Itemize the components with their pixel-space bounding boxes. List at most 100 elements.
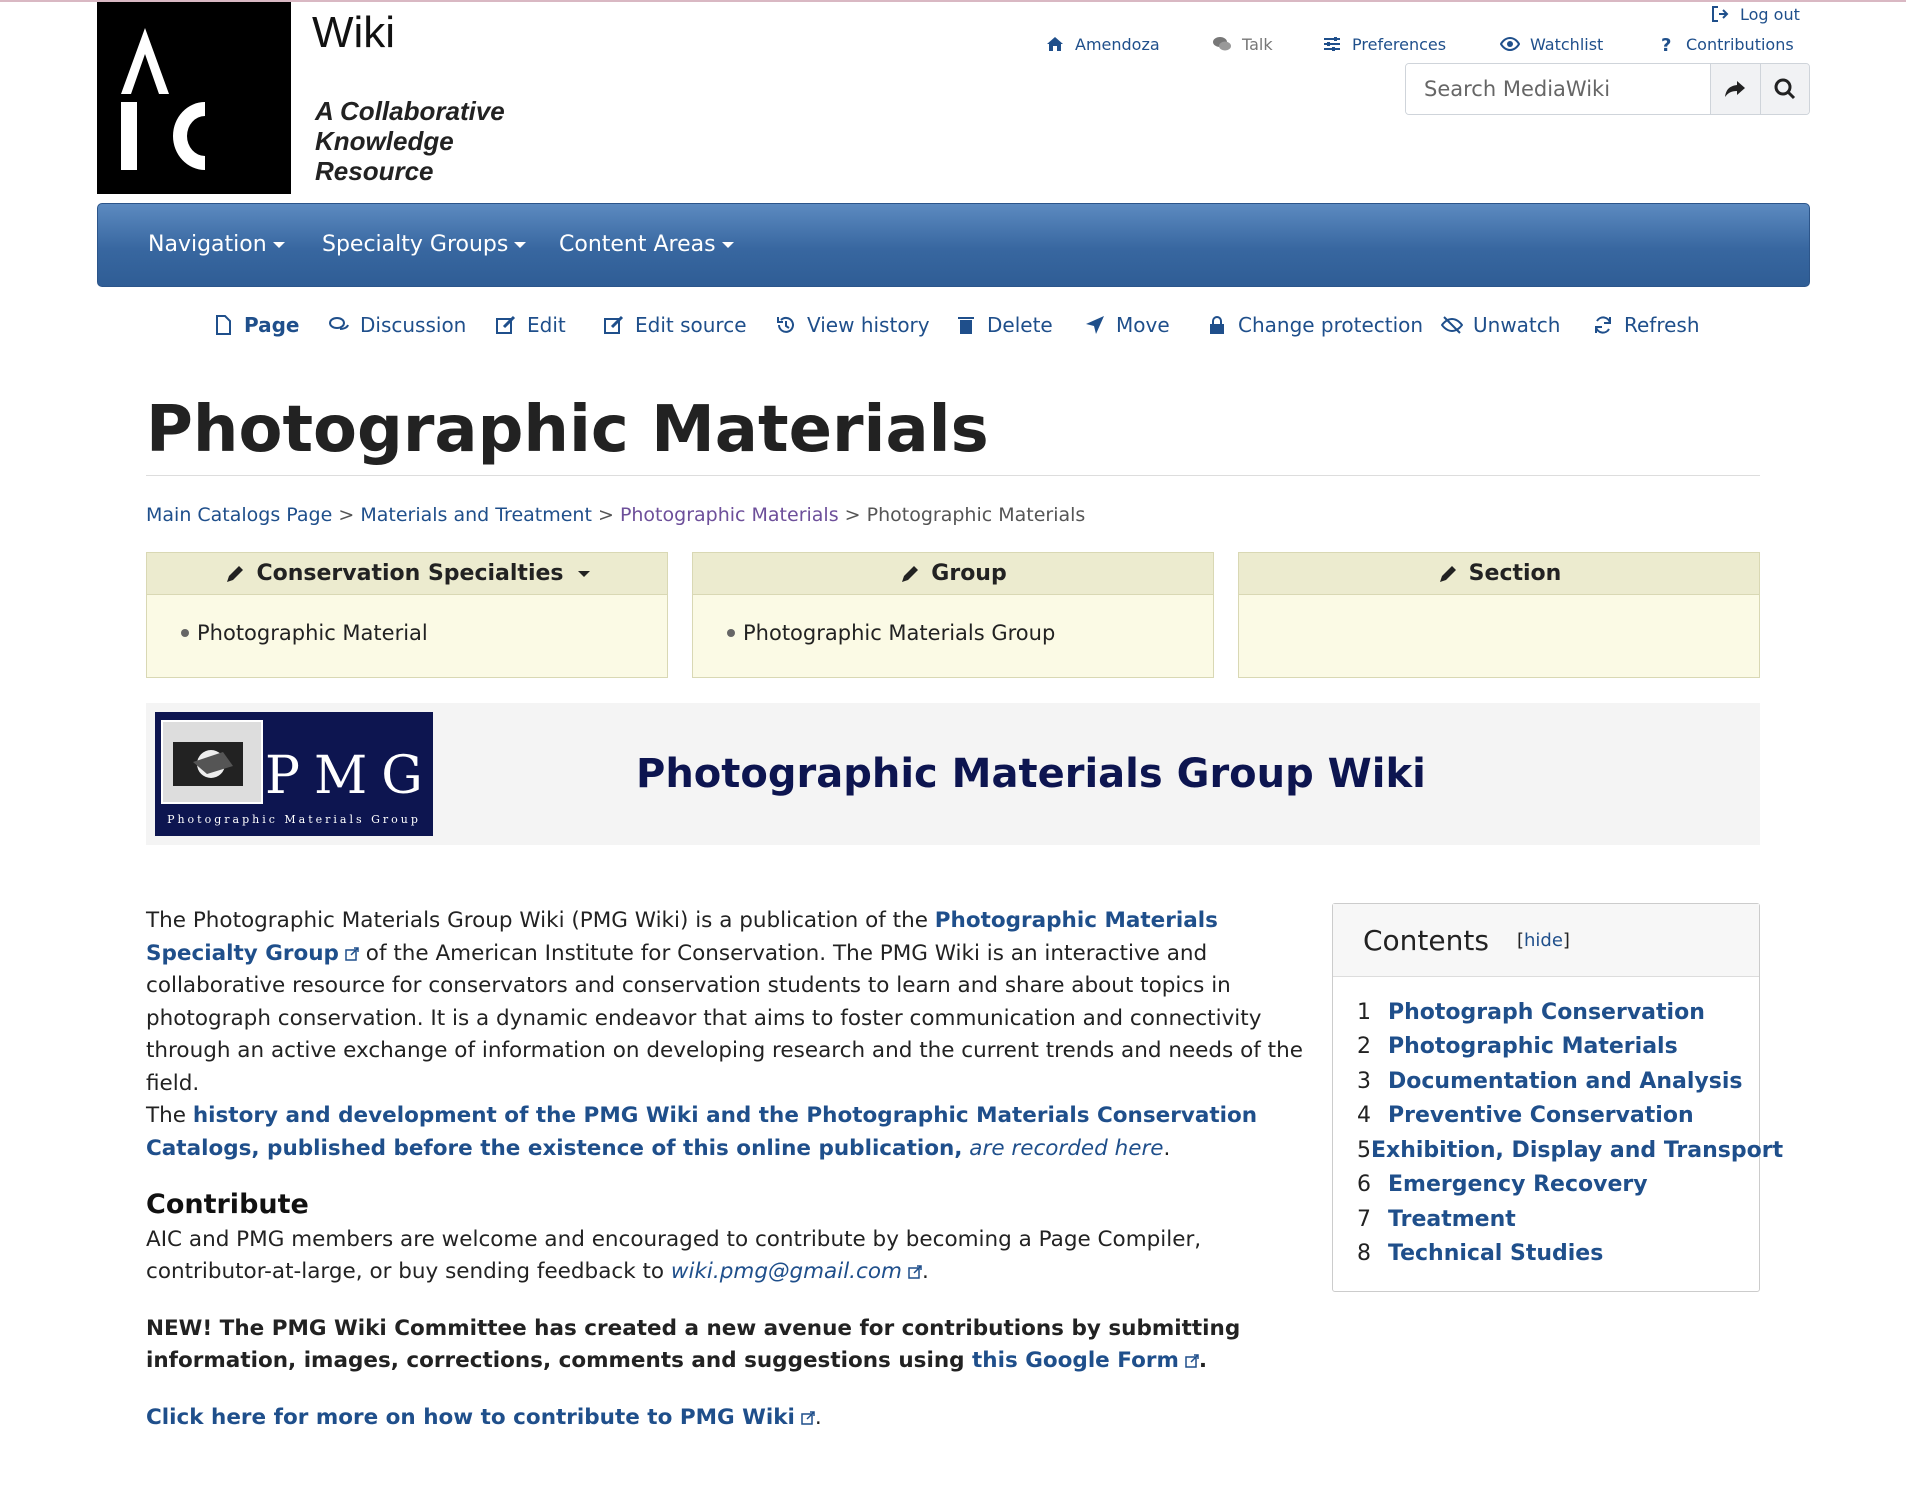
group-header[interactable]: Group (693, 553, 1213, 595)
refresh-tab[interactable]: Refresh (1592, 313, 1700, 337)
toc-item[interactable]: 5 Exhibition, Display and Transport (1333, 1133, 1783, 1168)
bullet (181, 629, 189, 637)
toc-link[interactable]: Preventive Conservation (1388, 1103, 1694, 1128)
toc-list: 1 Photograph Conservation 2 Photographic Ma… (1333, 977, 1783, 1272)
aic-logo-mark (121, 28, 205, 170)
eye-slash-icon (1441, 316, 1463, 334)
pencil-icon (1439, 565, 1456, 582)
watchlist-label: Watchlist (1530, 34, 1604, 54)
toc-link[interactable]: Treatment (1388, 1207, 1516, 1232)
pencil-icon (227, 565, 244, 582)
toc-item[interactable]: 2 Photographic Materials (1333, 1030, 1759, 1065)
toc-hide-toggle[interactable]: [hide] (1517, 930, 1570, 951)
email-link[interactable]: wiki.pmg@gmail.com (671, 1259, 902, 1284)
text: . (921, 1259, 929, 1284)
location-arrow-icon (1086, 316, 1104, 334)
view-history-tab[interactable]: View history (775, 313, 930, 337)
toc-item[interactable]: 3 Documentation and Analysis (1333, 1064, 1759, 1099)
breadcrumb-main-catalogs[interactable]: Main Catalogs Page (146, 504, 332, 526)
move-tab[interactable]: Move (1084, 313, 1170, 337)
section-header[interactable]: Section (1239, 553, 1759, 595)
logout-link[interactable]: Log out (1710, 4, 1800, 24)
bullet (727, 629, 735, 637)
toc-number: 6 (1357, 1172, 1371, 1198)
how-to-contribute-link[interactable]: Click here for more on how to contribute… (146, 1405, 795, 1430)
trash-icon (958, 317, 974, 334)
toc-link[interactable]: Photographic Materials (1388, 1034, 1678, 1059)
discussion-label: Discussion (360, 313, 467, 337)
toc-number: 1 (1357, 999, 1371, 1025)
logout-icon (1712, 6, 1729, 22)
edit-source-label: Edit source (635, 313, 747, 337)
unwatch-tab[interactable]: Unwatch (1441, 313, 1560, 337)
toc-item[interactable]: 8 Technical Studies (1333, 1237, 1759, 1272)
pmg-logo-caption: Photographic Materials Group (167, 813, 421, 826)
pmg-logo-photo (161, 720, 263, 804)
search-icon (1774, 78, 1795, 100)
refresh-label: Refresh (1624, 313, 1700, 337)
conservation-specialties-box: Conservation Specialties Photographic Ma… (146, 552, 668, 678)
delete-tab[interactable]: Delete (955, 313, 1053, 337)
conservation-specialties-header[interactable]: Conservation Specialties (147, 553, 667, 595)
talk-link[interactable]: Talk (1212, 34, 1273, 54)
toc-item[interactable]: 7 Treatment (1333, 1202, 1759, 1237)
breadcrumb-separator: > (338, 504, 355, 526)
search-input[interactable] (1406, 64, 1710, 114)
toc-link[interactable]: Documentation and Analysis (1388, 1069, 1743, 1094)
view-history-label: View history (807, 313, 930, 337)
refresh-icon (1595, 316, 1611, 334)
external-link-icon (345, 946, 359, 961)
pmg-logo-letters: PMG (265, 746, 437, 806)
toc-item[interactable]: 1 Photograph Conservation (1333, 995, 1759, 1030)
question-icon: ? (1661, 35, 1671, 54)
watchlist-link[interactable]: Watchlist (1500, 34, 1603, 54)
page-title: Photographic Materials (146, 393, 989, 467)
google-form-link[interactable]: this Google Form (972, 1348, 1179, 1373)
section-box: Section (1238, 552, 1760, 678)
comments-icon (329, 317, 349, 330)
toc-link[interactable]: Emergency Recovery (1388, 1172, 1648, 1197)
box-item: Photographic Materials Group (743, 621, 1056, 645)
go-button[interactable] (1710, 64, 1760, 114)
toc-link[interactable]: Technical Studies (1388, 1241, 1603, 1266)
nav-dropdown-navigation[interactable]: Navigation (148, 232, 285, 257)
banner-title: Photographic Materials Group Wiki (636, 751, 1426, 797)
pmg-logo[interactable]: PMG Photographic Materials Group (155, 712, 433, 836)
change-protection-tab[interactable]: Change protection (1206, 313, 1423, 337)
breadcrumb-photographic-materials[interactable]: Photographic Materials (620, 504, 839, 526)
share-arrow-icon (1725, 81, 1746, 97)
toc-item[interactable]: 4 Preventive Conservation (1333, 1099, 1759, 1134)
toc-link[interactable]: Photograph Conservation (1388, 1000, 1705, 1025)
edit-tab[interactable]: Edit (495, 313, 566, 337)
breadcrumb: Main Catalogs Page > Materials and Treat… (146, 504, 1085, 526)
brand-title[interactable]: Wiki (312, 8, 395, 58)
page-tab[interactable]: Page (212, 313, 300, 337)
sliders-icon (1324, 37, 1340, 51)
discussion-tab[interactable]: Discussion (328, 313, 466, 337)
text: The (146, 1103, 193, 1128)
search-box (1405, 63, 1810, 115)
toc-hide-link[interactable]: hide (1524, 930, 1563, 951)
external-link-icon (1185, 1354, 1199, 1368)
chat-icon (1213, 37, 1231, 51)
contributions-link[interactable]: ? Contributions (1656, 34, 1794, 55)
search-button[interactable] (1759, 64, 1809, 114)
toc-item[interactable]: 6 Emergency Recovery (1333, 1168, 1759, 1203)
aic-logo[interactable] (97, 2, 291, 194)
recorded-here-link[interactable]: are recorded here (962, 1136, 1163, 1161)
box-item: Photographic Material (197, 621, 428, 645)
user-link[interactable]: Amendoza (1045, 34, 1160, 54)
text: . (1198, 1348, 1208, 1373)
breadcrumb-materials-treatment[interactable]: Materials and Treatment (360, 504, 592, 526)
nav-dropdown-content-areas[interactable]: Content Areas (559, 232, 734, 257)
caret-down-icon (721, 242, 734, 248)
caret-down-icon (577, 570, 590, 577)
pmg-banner: PMG Photographic Materials Group Photogr… (146, 703, 1760, 845)
nav-dropdown-specialty-groups[interactable]: Specialty Groups (322, 232, 527, 257)
svg-text:?: ? (1661, 35, 1671, 54)
box-title: Group (931, 561, 1007, 586)
breadcrumb-separator: > (597, 504, 614, 526)
edit-source-tab[interactable]: Edit source (603, 313, 747, 337)
preferences-link[interactable]: Preferences (1322, 34, 1446, 54)
toc-link[interactable]: Exhibition, Display and Transport (1371, 1138, 1783, 1163)
